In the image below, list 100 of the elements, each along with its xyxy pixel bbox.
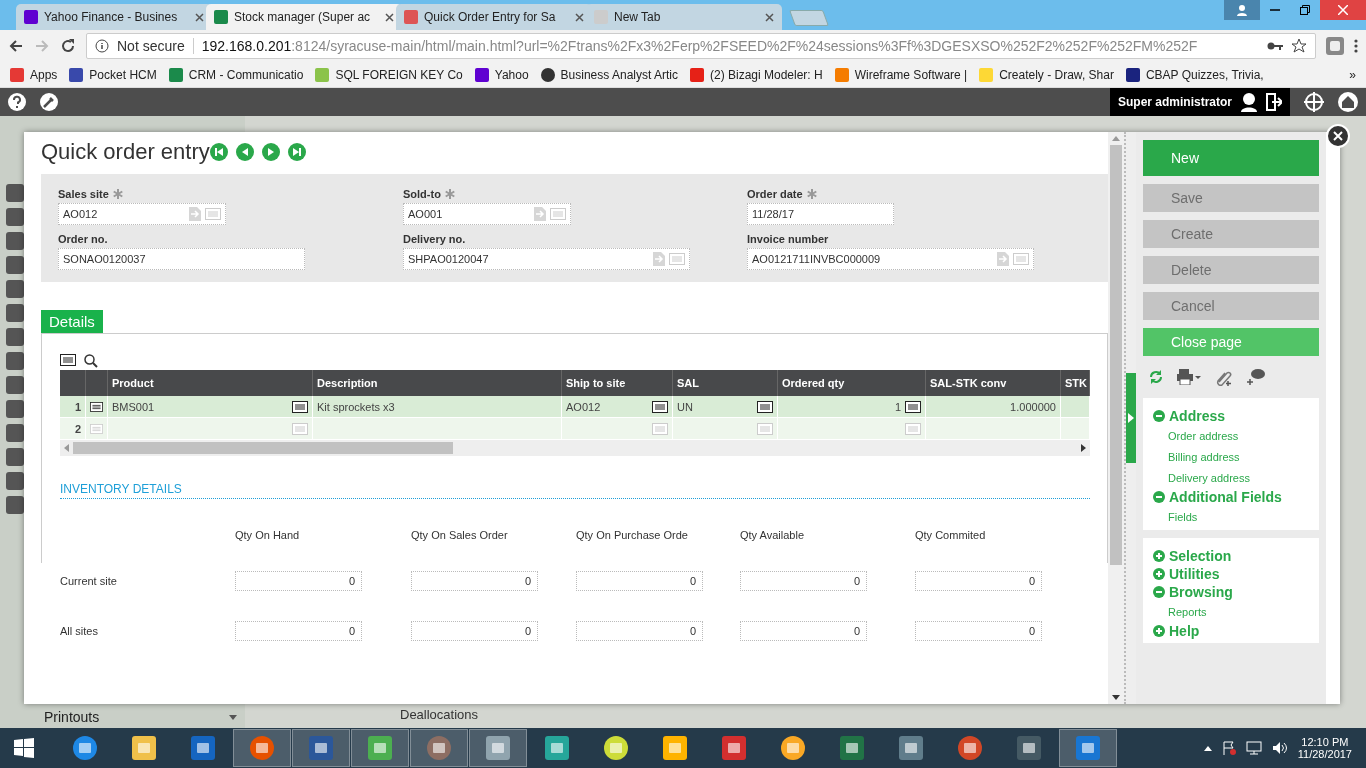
- list-icon: [90, 422, 103, 435]
- table-cell: Kit sprockets x3: [313, 396, 562, 418]
- number-field[interactable]: 0: [576, 571, 703, 591]
- address-bar[interactable]: Not secure 192.168.0.201:8124/syracuse-main/html/main.html?url=%2Ftrans%2Fx3%2Ferp%2FSEED%2F%24sessions%3Ff%3DGESXSO%252F2%252F%252FM%252F: [86, 33, 1316, 59]
- scroll-right-icon[interactable]: [1081, 444, 1086, 452]
- bookmark-link[interactable]: Pocket HCM: [69, 67, 157, 82]
- header-cell: [60, 370, 86, 396]
- collapse-icon: [1153, 491, 1165, 503]
- tools-icon[interactable]: [40, 93, 58, 111]
- input-field[interactable]: AO012: [58, 203, 226, 225]
- bookmark-link[interactable]: Apps: [10, 67, 58, 82]
- list-icon: [905, 400, 921, 413]
- restore-icon: [1300, 5, 1310, 15]
- last-record-button[interactable]: [287, 143, 306, 161]
- close-icon: [1338, 5, 1348, 15]
- close-button[interactable]: [1326, 124, 1350, 148]
- first-record-button[interactable]: [209, 143, 228, 161]
- input-field[interactable]: AO0121711INVBC000009: [747, 248, 1034, 270]
- scrollbar-thumb[interactable]: [1110, 145, 1122, 565]
- extension-icon[interactable]: [1326, 37, 1344, 55]
- close-icon[interactable]: [765, 12, 774, 22]
- number-field[interactable]: 0: [576, 621, 703, 641]
- input-field[interactable]: SONAO0120037: [58, 248, 305, 270]
- taskbar-app[interactable]: [469, 729, 527, 767]
- close-icon[interactable]: [385, 12, 394, 22]
- key-icon[interactable]: [1267, 41, 1283, 51]
- list-icon: [757, 400, 773, 413]
- row-action-button[interactable]: [86, 396, 108, 418]
- profile-button[interactable]: [1224, 0, 1260, 20]
- app-icon: [367, 735, 393, 761]
- input-field[interactable]: SHPAO0120047: [403, 248, 690, 270]
- expand-icon: [1153, 568, 1165, 580]
- row-number: 2: [60, 418, 86, 440]
- list-icon: [1013, 253, 1029, 265]
- comment-icon[interactable]: [1247, 368, 1265, 386]
- minimize-icon: [1270, 9, 1280, 11]
- person-icon: [1236, 4, 1248, 16]
- app-icon: [485, 735, 511, 761]
- clock-time: 12:10 PM: [1301, 736, 1349, 748]
- input-field[interactable]: AO001: [403, 203, 571, 225]
- help-icon[interactable]: [8, 93, 26, 111]
- number-field[interactable]: 0: [411, 621, 538, 641]
- close-icon[interactable]: [195, 12, 204, 22]
- table-cell: UN: [673, 396, 778, 418]
- target-icon[interactable]: [1304, 92, 1324, 112]
- document-arrow-icon: [189, 207, 201, 221]
- list-icon: [292, 400, 308, 413]
- home-icon[interactable]: [1338, 92, 1358, 112]
- tray-arrow-icon[interactable]: [1203, 745, 1212, 751]
- column-header: Product: [108, 370, 313, 396]
- volume-icon[interactable]: [1271, 741, 1288, 755]
- app-icon: [72, 735, 98, 761]
- bookmark-link[interactable]: CRM - Communicatio: [168, 67, 304, 82]
- next-record-button[interactable]: [261, 143, 280, 161]
- network-icon[interactable]: [1245, 741, 1262, 755]
- number-field[interactable]: 0: [235, 621, 362, 641]
- bookmark-link[interactable]: Yahoo: [474, 67, 529, 82]
- scroll-down-icon[interactable]: [1112, 695, 1120, 700]
- menu-link[interactable]: Deallocations: [400, 707, 1366, 722]
- column-label: Qty On Purchase Orde: [576, 529, 689, 541]
- list-icon: [292, 422, 308, 435]
- close-icon[interactable]: [575, 12, 584, 22]
- input-field[interactable]: 11/28/17: [747, 203, 894, 225]
- search-icon[interactable]: [84, 354, 98, 368]
- previous-record-button[interactable]: [235, 143, 254, 161]
- bookmark-link[interactable]: SQL FOREIGN KEY Co: [315, 67, 463, 82]
- number-field[interactable]: 0: [411, 571, 538, 591]
- bookmark-link[interactable]: CBAP Quizzes, Trivia,: [1125, 67, 1264, 82]
- number-field[interactable]: 0: [740, 571, 867, 591]
- bookmark-link[interactable]: Wireframe Software |: [834, 67, 968, 82]
- browser-tab[interactable]: New Tab: [586, 4, 782, 30]
- logout-icon[interactable]: [1266, 93, 1282, 111]
- bookmark-link[interactable]: Creately - Draw, Shar: [979, 67, 1114, 82]
- field-value: SHPAO0120047: [408, 253, 490, 265]
- back-icon[interactable]: [8, 38, 24, 54]
- more-bookmarks-button[interactable]: »: [1349, 67, 1356, 82]
- number-field[interactable]: 0: [235, 571, 362, 591]
- number-field[interactable]: 0: [915, 571, 1042, 591]
- reload-icon[interactable]: [60, 38, 76, 54]
- taskbar-app[interactable]: [351, 729, 409, 767]
- sidebar-item[interactable]: Printouts: [44, 709, 100, 725]
- column-header: SAL: [673, 370, 778, 396]
- table-cell: [1061, 396, 1090, 418]
- column-label: Qty Commited: [915, 529, 987, 541]
- flag-icon[interactable]: [1221, 741, 1236, 755]
- user-icon[interactable]: [1240, 92, 1258, 112]
- scrollbar-thumb[interactable]: [73, 442, 453, 454]
- field-value: 11/28/17: [752, 208, 795, 220]
- number-field[interactable]: 0: [915, 621, 1042, 641]
- bookmark-star-icon[interactable]: [1291, 38, 1307, 54]
- number-field[interactable]: 0: [740, 621, 867, 641]
- caret-icon[interactable]: [229, 714, 237, 720]
- panel-toggle-handle[interactable]: [1126, 373, 1136, 463]
- bookmark-link[interactable]: (2) Bizagi Modeler: H: [690, 67, 823, 82]
- print-icon[interactable]: [1177, 369, 1201, 385]
- collapse-icon: [1153, 410, 1165, 422]
- list-icon: [669, 253, 685, 265]
- app-icon: [249, 735, 275, 761]
- refresh-icon[interactable]: [1149, 370, 1163, 384]
- bookmark-link[interactable]: Business Analyst Artic: [540, 67, 678, 82]
